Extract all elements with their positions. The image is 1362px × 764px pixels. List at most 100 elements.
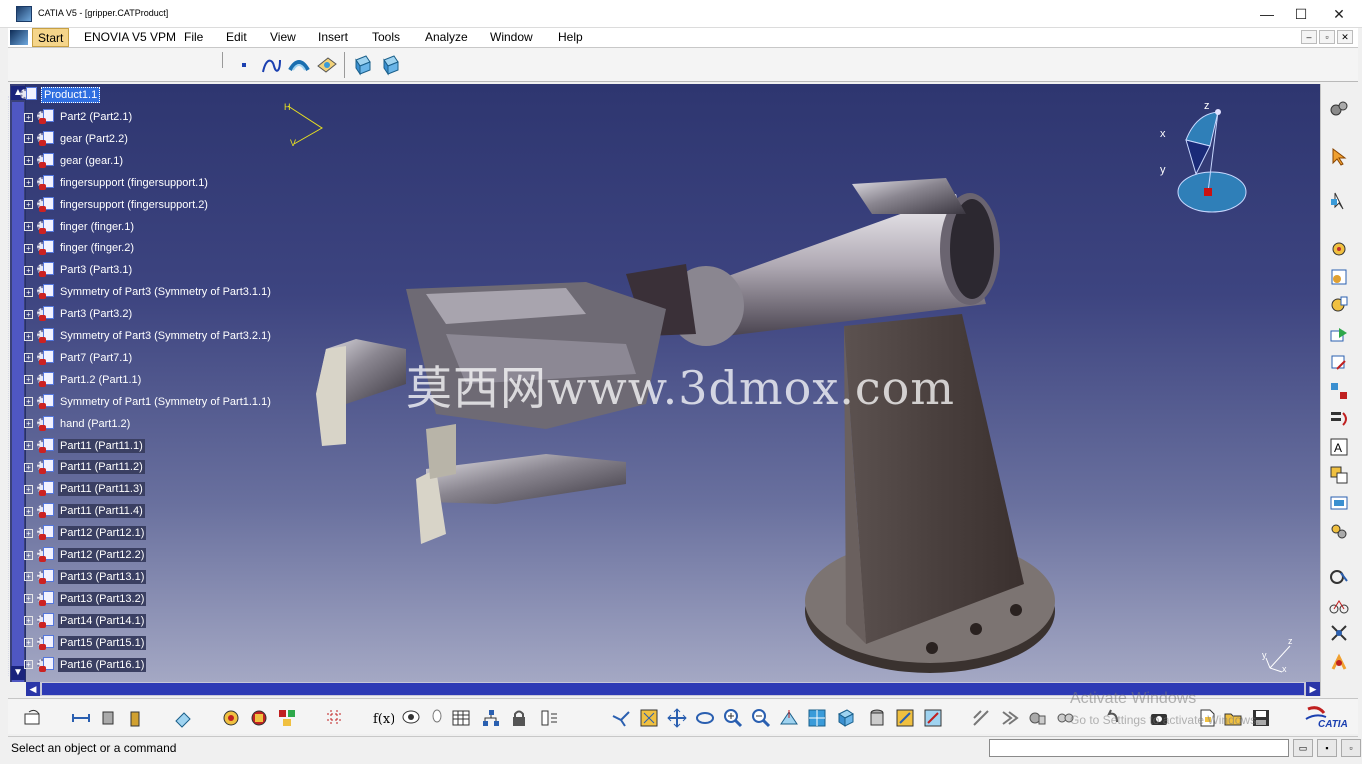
menu-window[interactable]: Window <box>490 30 533 44</box>
stop-command-button[interactable]: ▪ <box>1317 739 1337 757</box>
tree-item-label[interactable]: fingersupport (fingersupport.1) <box>58 176 210 190</box>
fast-multi-instantiation-icon[interactable] <box>1327 652 1351 674</box>
tree-item[interactable]: + Part14 (Part14.1) <box>20 612 147 630</box>
tree-item[interactable]: + Part1.2 (Part1.1) <box>20 371 143 389</box>
expand-icon[interactable]: + <box>24 638 33 648</box>
expand-icon[interactable]: + <box>24 331 33 341</box>
tree-item-label[interactable]: Part3 (Part3.1) <box>58 263 134 277</box>
tree-item-label[interactable]: Symmetry of Part3 (Symmetry of Part3.1.1… <box>58 285 273 299</box>
tree-item-label[interactable]: Part11 (Part11.1) <box>58 438 145 453</box>
grid-snap-icon[interactable] <box>324 707 346 729</box>
zoom-out-icon[interactable] <box>750 707 772 729</box>
doc-restore-button[interactable]: ▫ <box>1319 30 1335 44</box>
tree-item[interactable]: + Part13 (Part13.1) <box>20 568 147 586</box>
tree-item-label[interactable]: gear (gear.1) <box>58 154 125 168</box>
knowledge-advisor-icon[interactable] <box>400 707 422 729</box>
render-style-icon[interactable] <box>220 707 242 729</box>
expand-icon[interactable]: + <box>24 178 33 188</box>
reorder-icon[interactable] <box>1327 408 1351 430</box>
expand-icon[interactable]: + <box>24 572 33 582</box>
expand-icon[interactable]: + <box>24 528 33 538</box>
menu-enovia[interactable]: ENOVIA V5 VPM <box>84 30 176 44</box>
tree-item[interactable]: + Symmetry of Part3 (Symmetry of Part3.2.… <box>20 327 273 345</box>
tree-item[interactable]: + Part11 (Part11.2) <box>20 458 145 476</box>
normal-view-icon[interactable] <box>778 707 800 729</box>
fit-all-icon[interactable] <box>638 707 660 729</box>
tree-item-label[interactable]: Part11 (Part11.2) <box>58 460 145 475</box>
tree-item-label[interactable]: Part3 (Part3.2) <box>58 307 134 321</box>
tree-item[interactable]: + fingersupport (fingersupport.1) <box>20 174 210 192</box>
doc-close-button[interactable]: ✕ <box>1337 30 1353 44</box>
expand-icon[interactable]: + <box>24 222 33 231</box>
catalog-browser-icon[interactable] <box>276 707 298 729</box>
tree-item[interactable]: + Part16 (Part16.1) <box>20 656 147 674</box>
tree-item-label[interactable]: Part16 (Part16.1) <box>58 657 147 672</box>
tree-item[interactable]: + Part12 (Part12.2) <box>20 546 147 564</box>
manipulate-icon[interactable] <box>1327 352 1351 374</box>
hide-show-icon[interactable] <box>894 707 916 729</box>
fly-mode-icon[interactable] <box>610 707 632 729</box>
tree-item-label[interactable]: Part2 (Part2.1) <box>58 110 134 124</box>
catia-menu-icon[interactable] <box>10 30 28 45</box>
maximize-button[interactable]: ☐ <box>1282 0 1320 28</box>
expand-icon[interactable]: + <box>24 419 33 429</box>
select-mode-icon[interactable] <box>1327 190 1351 212</box>
explode-icon[interactable] <box>1327 380 1351 402</box>
tree-item-label[interactable]: Part15 (Part15.1) <box>58 635 147 650</box>
tree-item-label[interactable]: Part13 (Part13.1) <box>58 569 147 584</box>
menu-insert[interactable]: Insert <box>318 30 348 44</box>
assembly-constraint-icon[interactable] <box>1327 238 1351 260</box>
zoom-in-icon[interactable] <box>722 707 744 729</box>
tree-item[interactable]: + Part11 (Part11.1) <box>20 437 145 455</box>
tree-item-label[interactable]: Symmetry of Part1 (Symmetry of Part1.1.1… <box>58 395 273 409</box>
iso-view-icon[interactable] <box>834 707 856 729</box>
tree-item[interactable]: + finger (finger.2) <box>20 239 136 257</box>
expand-icon[interactable]: + <box>24 243 33 253</box>
menu-edit[interactable]: Edit <box>226 30 247 44</box>
apply-material-icon[interactable] <box>248 707 270 729</box>
part-body-2-icon[interactable] <box>380 54 402 76</box>
tree-item[interactable]: + Symmetry of Part1 (Symmetry of Part1.1.… <box>20 393 273 411</box>
3d-viewport[interactable]: H V z x y z y x 莫西网www.3dmox.com <box>26 84 1320 682</box>
measure-inertia-icon[interactable] <box>124 707 146 729</box>
sweep-icon[interactable] <box>288 54 310 76</box>
parameters-icon[interactable] <box>538 707 560 729</box>
formula-icon[interactable]: f(x) <box>372 707 394 729</box>
tree-item-label[interactable]: Part11 (Part11.4) <box>58 504 145 519</box>
expand-icon[interactable]: + <box>24 353 33 363</box>
compass-widget[interactable]: z x y <box>1156 100 1256 220</box>
expand-icon[interactable]: + <box>24 134 33 144</box>
tree-item-label[interactable]: Part14 (Part14.1) <box>58 613 147 628</box>
tree-item[interactable]: + Part11 (Part11.4) <box>20 502 145 520</box>
measure-item-icon[interactable] <box>98 707 120 729</box>
surface-icon[interactable] <box>316 54 338 76</box>
expand-icon[interactable]: + <box>24 462 33 472</box>
scroll-left-icon[interactable]: ◀ <box>26 682 40 696</box>
update-icon[interactable] <box>22 707 44 729</box>
tree-item-label[interactable]: hand (Part1.2) <box>58 417 132 431</box>
catalog-icon[interactable] <box>1327 464 1351 486</box>
expand-icon[interactable]: + <box>24 287 33 297</box>
expand-icon[interactable]: + <box>24 506 33 516</box>
tree-item[interactable]: + Part13 (Part13.2) <box>20 590 147 608</box>
expand-icon[interactable]: + <box>24 397 33 407</box>
menu-view[interactable]: View <box>270 30 296 44</box>
table-icon[interactable] <box>450 707 472 729</box>
tree-item-label[interactable]: Part7 (Part7.1) <box>58 351 134 365</box>
expand-icon[interactable]: + <box>24 594 33 604</box>
eraser-icon[interactable] <box>172 707 194 729</box>
expand-icon[interactable]: + <box>24 112 33 122</box>
expand-icon[interactable]: + <box>24 156 33 166</box>
tree-item-label[interactable]: gear (Part2.2) <box>58 132 130 146</box>
multi-instantiation-icon[interactable] <box>1327 520 1351 542</box>
tree-item[interactable]: + Part3 (Part3.2) <box>20 305 134 323</box>
tree-item[interactable]: + gear (gear.1) <box>20 152 125 170</box>
expand-icon[interactable]: + <box>24 200 33 210</box>
tree-item-label[interactable]: Part12 (Part12.2) <box>58 548 147 562</box>
select-arrow-icon[interactable] <box>1327 146 1351 168</box>
tree-item-label[interactable]: fingersupport (fingersupport.2) <box>58 198 210 212</box>
point-icon[interactable] <box>233 54 255 76</box>
lock-icon[interactable] <box>508 707 530 729</box>
rotate-icon[interactable] <box>694 707 716 729</box>
expand-icon[interactable]: + <box>24 616 33 626</box>
